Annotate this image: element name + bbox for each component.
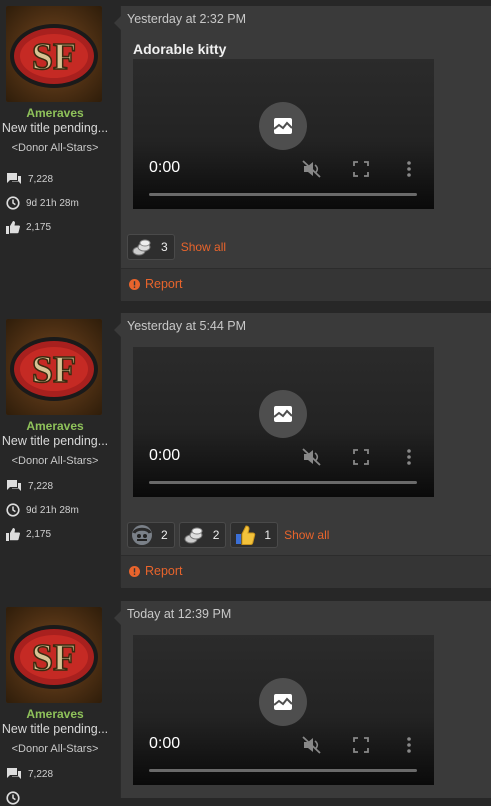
post-timestamp[interactable]: Today at 12:39 PM (127, 607, 231, 621)
stat-likes: 2,175 (6, 219, 51, 235)
broken-image-icon[interactable] (259, 102, 307, 150)
user-banner: <Donor All-Stars> (11, 743, 99, 755)
fullscreen-icon[interactable] (351, 447, 371, 467)
helmet-face-icon (132, 525, 152, 545)
video-time: 0:00 (149, 159, 181, 176)
username[interactable]: Ameraves (0, 419, 110, 433)
reaction-count: 2 (161, 528, 168, 542)
video-player[interactable]: 0:00 (133, 59, 434, 209)
video-player[interactable]: 0:00 (133, 347, 434, 497)
messages-icon (7, 768, 21, 779)
warning-icon (129, 278, 140, 290)
message-body: Yesterday at 5:44 PM 0:00 2 2 1 Show all… (114, 313, 491, 588)
reaction-helmet-face[interactable]: 2 (127, 522, 175, 548)
reaction-silver-coins[interactable]: 2 (178, 522, 227, 548)
clock-icon (6, 196, 20, 210)
message-body: Today at 12:39 PM 0:00 (114, 601, 491, 798)
video-progress-bar[interactable] (149, 769, 417, 772)
more-options-icon[interactable] (399, 159, 419, 179)
user-banner: <Donor All-Stars> (11, 142, 99, 154)
stat-messages: 7,228 (6, 478, 53, 494)
report-link[interactable]: Report (129, 564, 183, 578)
time-online: 9d 21h 28m (26, 197, 79, 209)
fullscreen-icon[interactable] (351, 159, 371, 179)
messages-count: 7,228 (28, 173, 54, 185)
avatar[interactable] (6, 6, 102, 102)
clock-icon (6, 791, 20, 805)
mute-icon[interactable] (302, 159, 322, 179)
stat-time-online: 9d 21h 28m (6, 502, 79, 518)
messages-count: 7,228 (28, 480, 54, 492)
likes-count: 2,175 (26, 528, 52, 540)
message-footer: Report (121, 268, 491, 301)
report-link[interactable]: Report (129, 277, 183, 291)
reaction-thumbs-up[interactable]: 1 (230, 522, 279, 548)
avatar[interactable] (6, 607, 102, 703)
messages-count: 7,228 (28, 768, 54, 780)
post-timestamp[interactable]: Yesterday at 5:44 PM (127, 319, 246, 333)
username[interactable]: Ameraves (0, 106, 110, 120)
post-3: Ameraves New title pending... <Donor All… (0, 601, 491, 805)
message-footer: Report (121, 555, 491, 588)
mute-icon[interactable] (302, 735, 322, 755)
messages-icon (7, 480, 21, 491)
username[interactable]: Ameraves (0, 707, 110, 721)
thumbs-up-icon (6, 220, 20, 234)
report-label: Report (145, 564, 183, 578)
mute-icon[interactable] (302, 447, 322, 467)
thumbs-up-icon (236, 525, 256, 545)
fullscreen-icon[interactable] (351, 735, 371, 755)
warning-icon (129, 565, 140, 577)
stat-messages: 7,228 (6, 171, 53, 187)
user-title: New title pending... (1, 121, 109, 135)
stat-likes: 2,175 (6, 526, 51, 542)
reaction-count: 3 (161, 240, 168, 254)
time-online: 9d 21h 28m (26, 504, 79, 516)
user-title: New title pending... (1, 722, 109, 736)
user-banner: <Donor All-Stars> (11, 455, 99, 467)
video-progress-bar[interactable] (149, 193, 417, 196)
video-player[interactable]: 0:00 (133, 635, 434, 785)
stat-time-online (6, 790, 26, 806)
reactions-bar: 2 2 1 Show all (127, 522, 329, 548)
messages-icon (7, 173, 21, 184)
stat-messages: 7,228 (6, 766, 53, 782)
post-1: Ameraves New title pending... <Donor All… (0, 0, 491, 305)
post-timestamp[interactable]: Yesterday at 2:32 PM (127, 12, 246, 26)
stat-time-online: 9d 21h 28m (6, 195, 79, 211)
silver-coins-icon (132, 239, 151, 256)
more-options-icon[interactable] (399, 447, 419, 467)
video-time: 0:00 (149, 735, 181, 752)
broken-image-icon[interactable] (259, 390, 307, 438)
reactions-bar: 3 Show all (127, 234, 226, 260)
thumbs-up-icon (6, 527, 20, 541)
reaction-silver-coins[interactable]: 3 (127, 234, 175, 260)
show-all-link[interactable]: Show all (181, 240, 226, 254)
clock-icon (6, 503, 20, 517)
message-body: Yesterday at 2:32 PM Adorable kitty 0:00… (114, 6, 491, 301)
user-title: New title pending... (1, 434, 109, 448)
reaction-count: 1 (264, 528, 272, 542)
video-progress-bar[interactable] (149, 481, 417, 484)
more-options-icon[interactable] (399, 735, 419, 755)
silver-coins-icon (184, 527, 203, 544)
post-2: Ameraves New title pending... <Donor All… (0, 313, 491, 593)
reaction-count: 2 (212, 528, 220, 542)
thread-title: Adorable kitty (133, 41, 227, 57)
broken-image-icon[interactable] (259, 678, 307, 726)
video-time: 0:00 (149, 447, 181, 464)
report-label: Report (145, 277, 183, 291)
show-all-link[interactable]: Show all (284, 528, 329, 542)
avatar[interactable] (6, 319, 102, 415)
likes-count: 2,175 (26, 221, 52, 233)
